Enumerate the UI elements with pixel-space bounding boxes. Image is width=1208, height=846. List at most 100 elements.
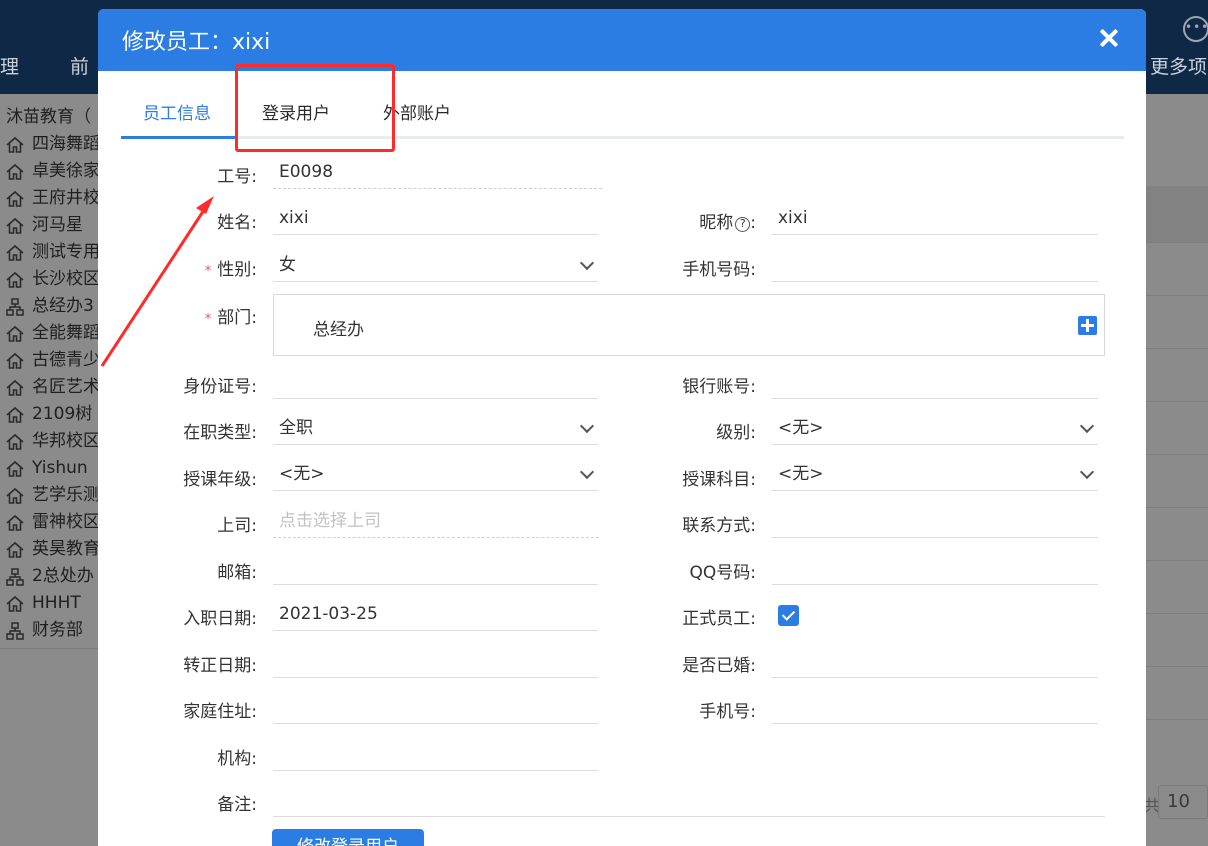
home-icon bbox=[5, 378, 25, 398]
tree-item[interactable]: 古德青少 bbox=[0, 347, 100, 374]
level-select[interactable]: <无> bbox=[772, 411, 1098, 445]
address-input[interactable] bbox=[273, 690, 598, 724]
subject-select[interactable]: <无> bbox=[772, 457, 1098, 491]
home-icon bbox=[5, 459, 25, 479]
name-input[interactable]: xixi bbox=[273, 201, 598, 235]
close-icon[interactable] bbox=[1096, 26, 1122, 52]
table-row-divider bbox=[1146, 454, 1208, 455]
table-row-divider bbox=[1146, 613, 1208, 614]
tree-item-label: 雷神校区 bbox=[32, 512, 100, 532]
employment-type-label: 在职类型: bbox=[183, 423, 257, 443]
tree-item[interactable]: 艺学乐测 bbox=[0, 482, 100, 509]
contact-label: 联系方式: bbox=[682, 516, 756, 536]
employment-type-select[interactable]: 全职 bbox=[273, 411, 598, 445]
org-input[interactable] bbox=[273, 737, 598, 771]
superior-picker[interactable]: 点击选择上司 bbox=[273, 504, 599, 538]
modal-header: 修改员工：xixi bbox=[98, 9, 1146, 71]
tree-item-label: 2总处办 bbox=[32, 566, 94, 586]
remark-input[interactable] bbox=[273, 783, 1105, 817]
home-icon bbox=[5, 594, 25, 614]
table-row-divider bbox=[1146, 560, 1208, 561]
modify-login-user-button[interactable]: 修改登录用户 bbox=[272, 829, 424, 846]
dept-tag: 总经办 bbox=[313, 320, 364, 340]
page-size-select[interactable]: 10 bbox=[1158, 785, 1208, 819]
tree-item[interactable]: 财务部 bbox=[0, 617, 100, 644]
address-label: 家庭住址: bbox=[183, 702, 257, 722]
level-label: 级别: bbox=[716, 423, 756, 443]
home-icon bbox=[5, 243, 25, 263]
tree-item[interactable]: 长沙校区 bbox=[0, 266, 100, 293]
tree-item-label: 总经办3 bbox=[32, 296, 94, 316]
tree-item[interactable]: 名匠艺术 bbox=[0, 374, 100, 401]
modal-title: 修改员工：xixi bbox=[122, 30, 271, 55]
tab-employee-info[interactable]: 员工信息 bbox=[143, 99, 211, 124]
tree-item[interactable]: 四海舞蹈 bbox=[0, 131, 100, 158]
regular-date-label: 转正日期: bbox=[183, 656, 257, 676]
emp-no-field: E0098 bbox=[273, 155, 602, 189]
home-icon bbox=[5, 216, 25, 236]
tree-item[interactable]: HHHT bbox=[0, 590, 100, 617]
tree-item[interactable]: 卓美徐家 bbox=[0, 158, 100, 185]
required-mark: * bbox=[204, 264, 212, 279]
emp-no-label: 工号: bbox=[217, 167, 257, 187]
contact-input[interactable] bbox=[772, 504, 1098, 538]
tree-item[interactable]: 全能舞蹈 bbox=[0, 320, 100, 347]
org-icon bbox=[5, 567, 25, 587]
tab-active-indicator bbox=[121, 136, 235, 139]
qq-input[interactable] bbox=[772, 551, 1098, 585]
chevron-down-icon bbox=[579, 255, 595, 271]
tree-item[interactable]: 2总处办 bbox=[0, 563, 100, 590]
nav-item-front[interactable]: 前 bbox=[70, 52, 89, 79]
tree-item[interactable]: 雷神校区 bbox=[0, 509, 100, 536]
tree-item-label: 古德青少 bbox=[32, 350, 100, 370]
org-icon bbox=[5, 621, 25, 641]
home-icon bbox=[5, 135, 25, 155]
mobile-input[interactable] bbox=[772, 690, 1098, 724]
tree-item[interactable]: 河马星 bbox=[0, 212, 100, 239]
name-label: 姓名: bbox=[217, 213, 257, 233]
home-icon bbox=[5, 351, 25, 371]
regular-date-input[interactable] bbox=[273, 644, 598, 678]
married-input[interactable] bbox=[772, 644, 1098, 678]
tree-item-label: HHHT bbox=[32, 593, 81, 613]
phone-number-label: 手机号码: bbox=[682, 260, 756, 280]
gender-select[interactable]: 女 bbox=[273, 248, 598, 282]
help-icon[interactable]: ? bbox=[735, 217, 751, 232]
nav-item-management[interactable]: 理 bbox=[0, 52, 19, 79]
tree-item[interactable]: 2109树 bbox=[0, 401, 100, 428]
phone-number-input[interactable] bbox=[772, 248, 1098, 282]
dept-selector[interactable]: 总经办 bbox=[273, 294, 1105, 356]
formal-employee-checkbox[interactable] bbox=[778, 605, 799, 626]
tree-item[interactable]: 测试专用 bbox=[0, 239, 100, 266]
tree-item[interactable]: 总经办3 bbox=[0, 293, 100, 320]
home-icon bbox=[5, 162, 25, 182]
tree-item[interactable]: 英昊教育 bbox=[0, 536, 100, 563]
home-icon bbox=[5, 270, 25, 290]
plus-icon[interactable] bbox=[1078, 316, 1097, 335]
more-icon[interactable]: ••• bbox=[1183, 16, 1208, 42]
subject-label: 授课科目: bbox=[682, 470, 756, 490]
org-label: 机构: bbox=[217, 749, 257, 769]
tree-item-label: 名匠艺术 bbox=[32, 377, 100, 397]
hire-date-input[interactable]: 2021-03-25 bbox=[273, 597, 598, 631]
nickname-label: 昵称?: bbox=[699, 213, 756, 233]
tree-item-label: 华邦校区 bbox=[32, 431, 100, 451]
email-input[interactable] bbox=[273, 551, 598, 585]
grade-label: 授课年级: bbox=[183, 470, 257, 490]
id-card-input[interactable] bbox=[273, 365, 598, 399]
tree-item-label: 长沙校区 bbox=[32, 269, 100, 289]
chevron-down-icon bbox=[579, 418, 595, 434]
tree-root[interactable]: 沐苗教育（ bbox=[0, 104, 100, 131]
hire-date-label: 入职日期: bbox=[183, 609, 257, 629]
nickname-input[interactable]: xixi bbox=[772, 201, 1098, 235]
tree-item[interactable]: 王府井校 bbox=[0, 185, 100, 212]
table-row-divider bbox=[1146, 348, 1208, 349]
org-icon bbox=[5, 297, 25, 317]
table-row-divider bbox=[1146, 719, 1208, 720]
chevron-down-icon bbox=[579, 464, 595, 480]
bank-account-input[interactable] bbox=[772, 365, 1098, 399]
tree-item[interactable]: Yishun bbox=[0, 455, 100, 482]
tree-item[interactable]: 华邦校区 bbox=[0, 428, 100, 455]
grade-select[interactable]: <无> bbox=[273, 457, 598, 491]
nav-item-more[interactable]: 更多项 bbox=[1150, 52, 1207, 79]
